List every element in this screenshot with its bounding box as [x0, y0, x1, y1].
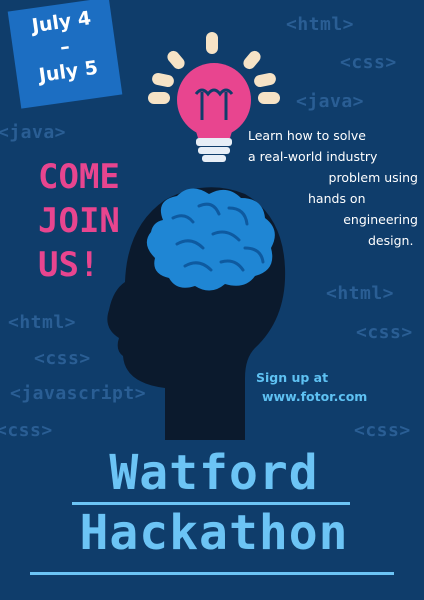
bg-tag-css: <css> [34, 348, 91, 369]
headline-line-2: JOIN [38, 201, 120, 241]
description-line-6: design. [368, 233, 414, 248]
bg-tag-css: <css> [340, 52, 397, 73]
bg-tag-html: <html> [326, 283, 395, 304]
bg-tag-css: <css> [356, 322, 413, 343]
event-description: Learn how to solve a real-world industry… [248, 125, 418, 251]
bg-tag-css: <css> [0, 420, 53, 441]
signup-info: Sign up at www.fotor.com [256, 368, 386, 406]
title-line-2: Hackathon [79, 505, 349, 561]
signup-label: Sign up at [256, 370, 329, 385]
headline-line-3: US! [38, 245, 100, 285]
description-line-5: engineering [343, 212, 418, 227]
bg-tag-java: <java> [296, 91, 365, 112]
bg-tag-java: <java> [0, 122, 67, 143]
bg-tag-html: <html> [8, 312, 77, 333]
description-line-1: Learn how to solve [248, 128, 366, 143]
bg-tag-css: <css> [354, 420, 411, 441]
signup-link[interactable]: www.fotor.com [256, 387, 386, 406]
title-rule-bottom [30, 572, 394, 575]
event-title: Watford Hackathon [24, 443, 404, 563]
description-line-2: a real-world industry [248, 149, 378, 164]
date-text: July 4 – July 5 [9, 3, 120, 91]
bg-tag-html: <html> [286, 14, 355, 35]
poster: <html> <css> <java> <java> <html> <css> … [0, 0, 424, 600]
headline-line-1: COME [38, 157, 120, 197]
description-line-3: problem using [328, 170, 418, 185]
description-line-4: hands on [308, 191, 366, 206]
title-line-1: Watford [109, 445, 319, 501]
come-join-us-headline: COME JOIN US! [38, 155, 168, 287]
